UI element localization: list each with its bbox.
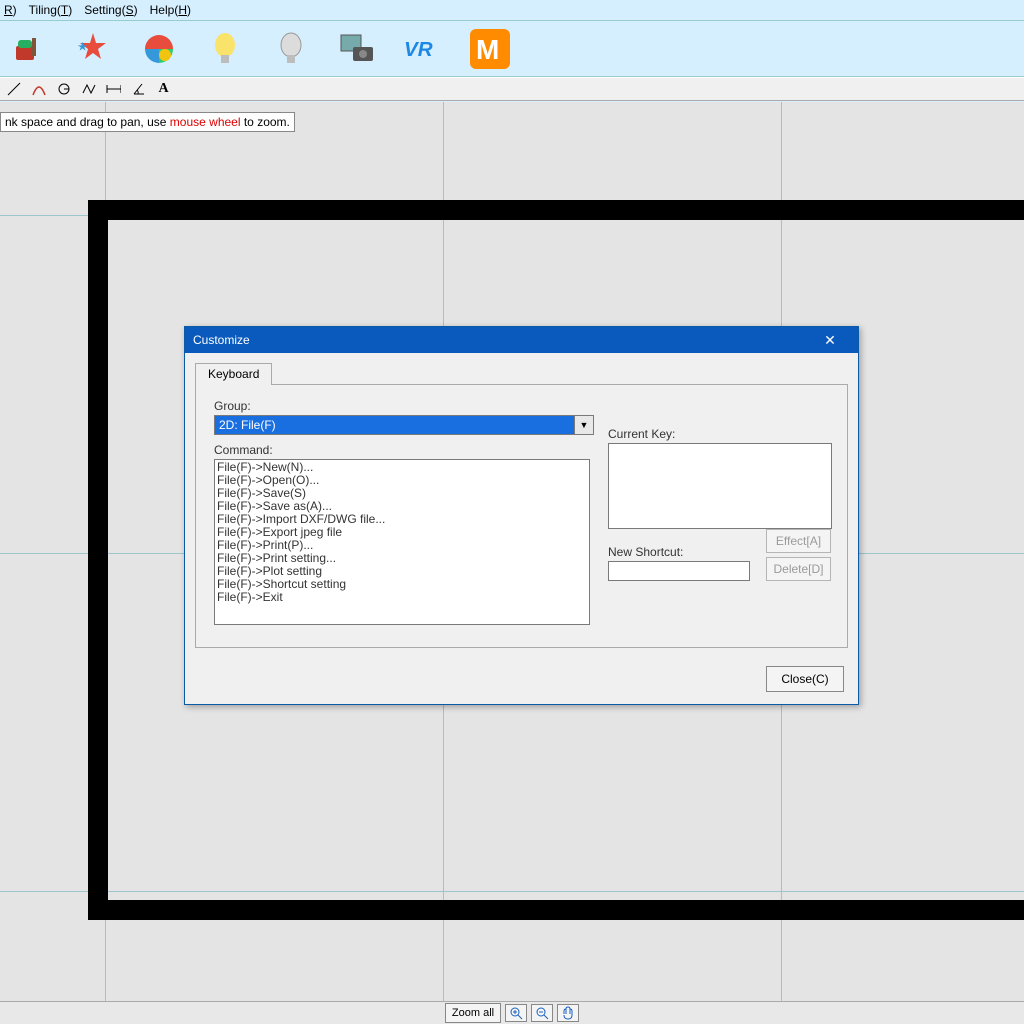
zoom-out-icon[interactable]: [531, 1004, 553, 1022]
zoom-all-button[interactable]: Zoom all: [445, 1003, 501, 1023]
chevron-down-icon[interactable]: ▼: [574, 415, 594, 435]
line-tool-icon[interactable]: [6, 82, 21, 97]
text-tool-icon[interactable]: A: [156, 82, 171, 97]
vr-icon[interactable]: VR: [404, 30, 442, 68]
drawing-toolbar: A: [0, 77, 1024, 101]
polyline-tool-icon[interactable]: [81, 82, 96, 97]
main-toolbar: VR M: [0, 21, 1024, 77]
dialog-panel: Group: 2D: File(F) ▼ Command: File(F)->N…: [195, 385, 848, 648]
palette-person-icon[interactable]: [140, 30, 178, 68]
angle-tool-icon[interactable]: [131, 82, 146, 97]
hint-highlight: mouse wheel: [170, 115, 241, 129]
group-value: 2D: File(F): [219, 418, 276, 432]
hint-text: to zoom.: [241, 115, 290, 129]
tab-strip: Keyboard: [195, 363, 848, 385]
dialog-footer: Close(C): [185, 658, 858, 704]
group-dropdown[interactable]: 2D: File(F) ▼: [214, 415, 594, 435]
lightbulb-on-icon[interactable]: [206, 30, 244, 68]
circle-tool-icon[interactable]: [56, 82, 71, 97]
menu-help[interactable]: Help(H): [150, 3, 191, 17]
dialog-titlebar[interactable]: Customize ✕: [185, 327, 858, 353]
menu-setting[interactable]: Setting(S): [84, 3, 137, 17]
hint-tooltip: nk space and drag to pan, use mouse whee…: [0, 112, 295, 132]
effect-button[interactable]: Effect[A]: [766, 529, 831, 553]
close-button[interactable]: Close(C): [766, 666, 844, 692]
current-key-box[interactable]: [608, 443, 832, 529]
command-listbox[interactable]: File(F)->New(N)... File(F)->Open(O)... F…: [214, 459, 590, 625]
camera-photo-icon[interactable]: [338, 30, 376, 68]
delete-button[interactable]: Delete[D]: [766, 557, 831, 581]
menu-bar: R) Tiling(T) Setting(S) Help(H): [0, 0, 1024, 21]
tab-keyboard[interactable]: Keyboard: [195, 363, 272, 385]
m-logo-icon[interactable]: M: [470, 29, 510, 69]
dialog-title: Customize: [193, 333, 250, 347]
menu-tiling[interactable]: Tiling(T): [29, 3, 73, 17]
menu-item[interactable]: R): [4, 3, 17, 17]
close-icon[interactable]: ✕: [810, 329, 850, 351]
dimension-tool-icon[interactable]: [106, 82, 121, 97]
svg-text:VR: VR: [404, 38, 433, 61]
group-label: Group:: [214, 399, 829, 413]
status-bar: Zoom all: [0, 1001, 1024, 1024]
customize-dialog: Customize ✕ Keyboard Group: 2D: File(F) …: [184, 326, 859, 705]
hint-text: nk space and drag to pan, use: [5, 115, 170, 129]
lightbulb-off-icon[interactable]: [272, 30, 310, 68]
list-item[interactable]: File(F)->Exit: [217, 591, 587, 604]
pan-hand-icon[interactable]: [557, 1004, 579, 1022]
arc-tool-icon[interactable]: [31, 82, 46, 97]
magic-stars-icon[interactable]: [74, 30, 112, 68]
zoom-in-icon[interactable]: [505, 1004, 527, 1022]
new-shortcut-input[interactable]: [608, 561, 750, 581]
current-key-label: Current Key:: [608, 427, 836, 441]
svg-text:M: M: [476, 34, 499, 65]
paint-bucket-icon[interactable]: [8, 30, 46, 68]
